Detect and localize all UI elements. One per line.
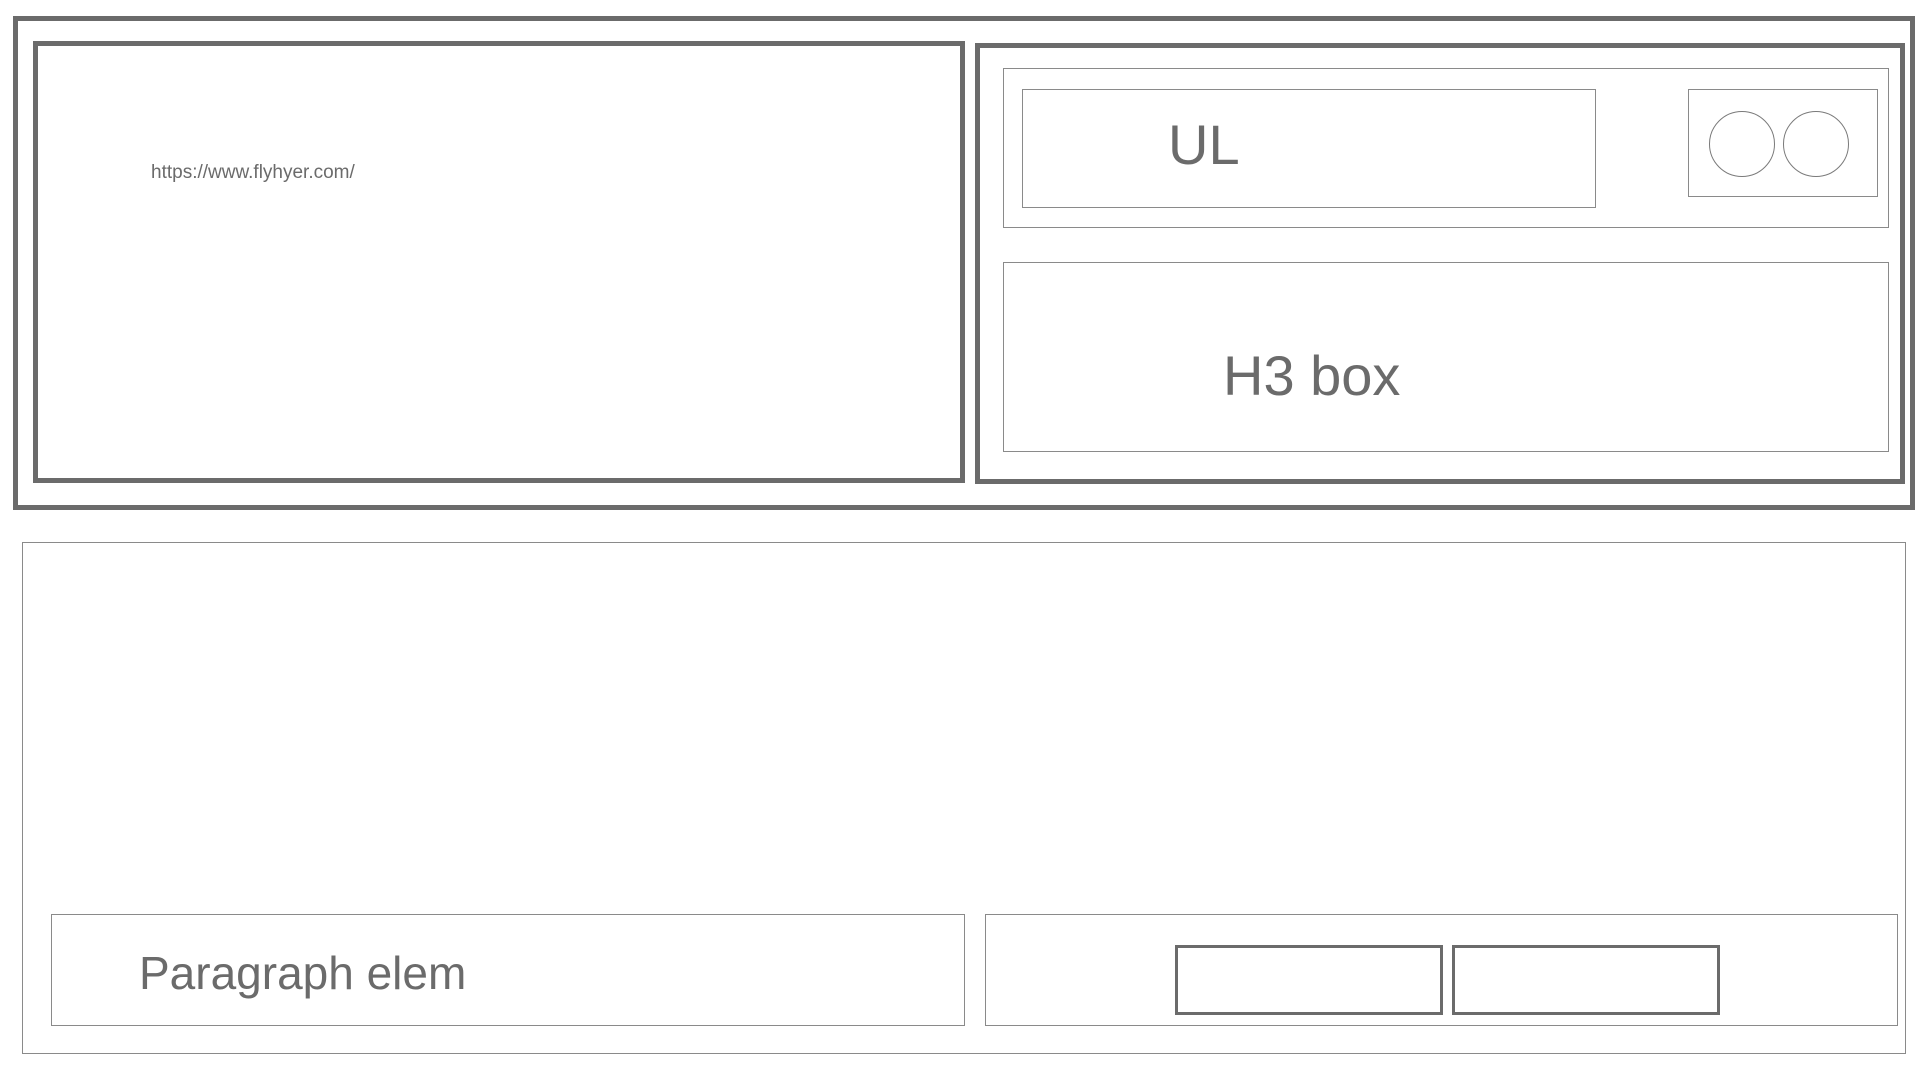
nav-list-label: UL — [1168, 113, 1240, 176]
avatar[interactable] — [1709, 111, 1775, 177]
avatar-group — [1688, 89, 1878, 197]
url-text[interactable]: https://www.flyhyer.com/ — [151, 162, 355, 184]
heading-box: H3 box — [1003, 262, 1889, 452]
avatar[interactable] — [1783, 111, 1849, 177]
primary-button[interactable] — [1175, 945, 1443, 1015]
paragraph-box: Paragraph elem — [51, 914, 965, 1026]
heading-label: H3 box — [1223, 344, 1401, 407]
button-group — [985, 914, 1898, 1026]
secondary-button[interactable] — [1452, 945, 1720, 1015]
paragraph-label: Paragraph elem — [139, 947, 467, 999]
url-panel: https://www.flyhyer.com/ — [33, 41, 965, 483]
nav-list[interactable]: UL — [1022, 89, 1596, 208]
